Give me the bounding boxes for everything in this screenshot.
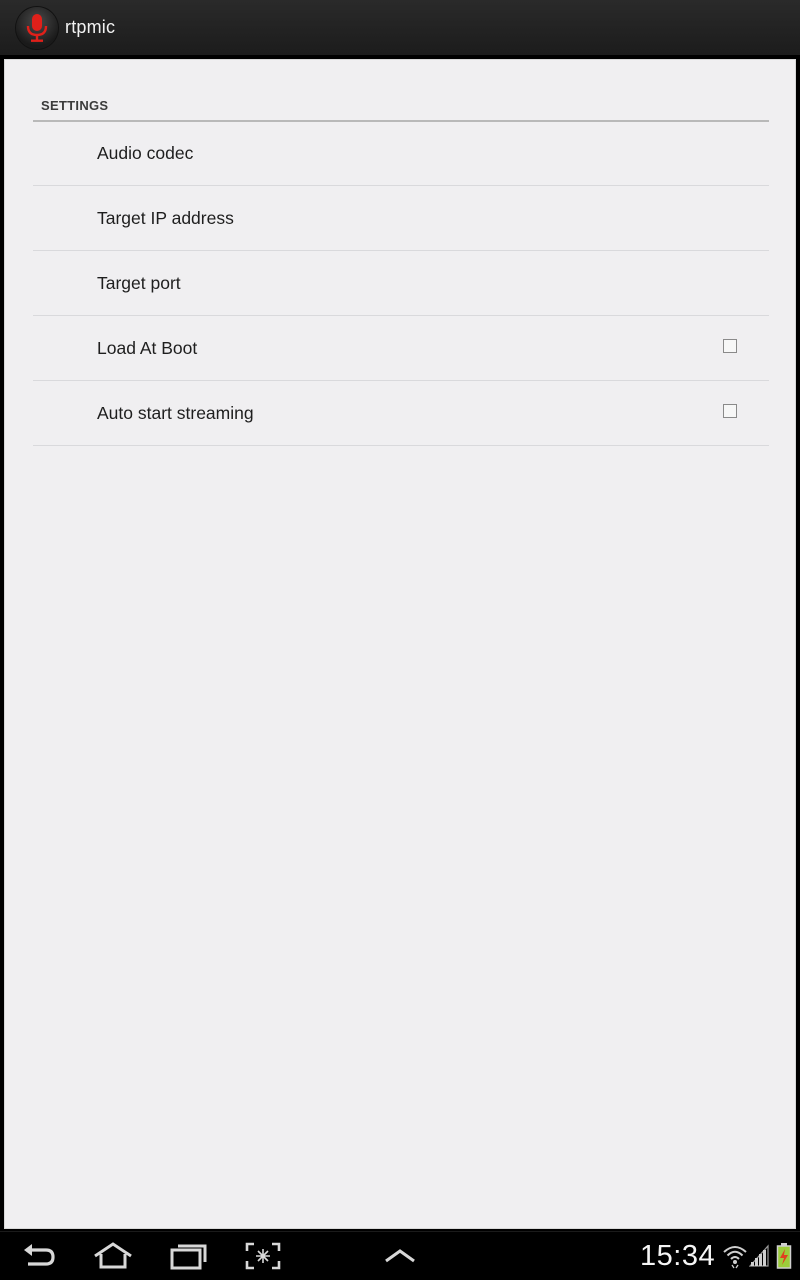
home-icon[interactable] xyxy=(92,1242,134,1275)
pref-title: Audio codec xyxy=(97,143,194,163)
settings-section-header: SETTINGS xyxy=(33,98,769,122)
pref-title: Load At Boot xyxy=(97,338,198,358)
pref-title: Target port xyxy=(97,273,181,293)
pref-load-at-boot[interactable]: Load At Boot xyxy=(33,316,769,381)
pref-target-port[interactable]: Target port xyxy=(33,251,769,316)
recent-apps-icon[interactable] xyxy=(170,1242,208,1275)
signal-icon xyxy=(748,1243,769,1272)
pref-title: Target IP address xyxy=(97,208,234,228)
app-title: rtpmic xyxy=(65,17,116,37)
back-icon[interactable] xyxy=(20,1242,58,1275)
pref-audio-codec[interactable]: Audio codec xyxy=(33,121,769,186)
system-navigation-bar: 15:34 xyxy=(0,1231,800,1280)
auto-start-streaming-checkbox[interactable] xyxy=(723,404,737,418)
pref-target-ip-address[interactable]: Target IP address xyxy=(33,186,769,251)
action-bar: rtpmic xyxy=(0,0,800,56)
battery-icon xyxy=(776,1243,792,1274)
wifi-icon xyxy=(723,1243,747,1274)
screenshot-icon[interactable] xyxy=(245,1242,281,1275)
section-header-label: SETTINGS xyxy=(41,98,109,113)
settings-screen: SETTINGS Audio codec Target IP address T… xyxy=(4,59,796,1229)
load-at-boot-checkbox[interactable] xyxy=(723,339,737,353)
pref-title: Auto start streaming xyxy=(97,403,254,423)
status-clock: 15:34 xyxy=(640,1240,716,1272)
preference-list: Audio codec Target IP address Target por… xyxy=(33,121,769,446)
menu-up-icon[interactable] xyxy=(383,1242,417,1275)
microphone-icon[interactable] xyxy=(16,7,58,49)
pref-auto-start-streaming[interactable]: Auto start streaming xyxy=(33,381,769,446)
